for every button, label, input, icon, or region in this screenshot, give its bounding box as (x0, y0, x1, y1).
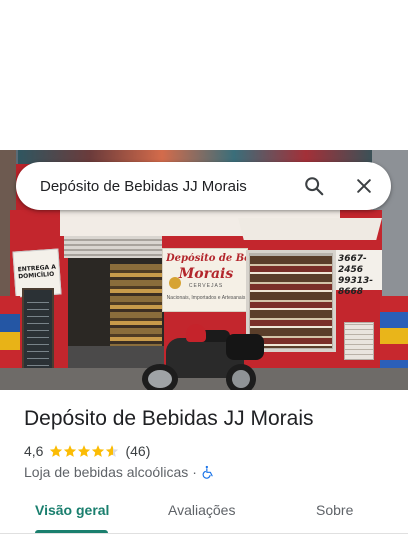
place-tabs: Visão geral Avaliações Sobre (0, 492, 408, 540)
separator-dot: · (192, 464, 197, 480)
photo-motorbike-front-wheel (142, 364, 178, 390)
photo-vent (344, 322, 374, 360)
photo-store-sign-line4: Nacionais, Importados e Artesanais (166, 295, 246, 301)
place-title: Depósito de Bebidas JJ Morais (24, 407, 314, 430)
review-count: (46) (125, 443, 151, 459)
photo-store-sign-line1: Depósito de Bebidas (166, 253, 246, 264)
map-blank-area (0, 0, 408, 150)
search-input[interactable] (40, 176, 290, 196)
tab-divider (0, 533, 408, 534)
rating-value: 4,6 (24, 443, 44, 459)
star-icon (92, 445, 105, 457)
star-half-icon (106, 445, 119, 457)
photo-store-sign: Depósito de Bebidas Morais CERVEJAS Naci… (162, 248, 248, 312)
tab-about[interactable]: Sobre (316, 502, 353, 518)
rating-stars (49, 444, 119, 458)
photo-delivery-sign-text: ENTREGA A DOMICÍLIO (17, 263, 57, 281)
photo-awning (238, 218, 382, 240)
photo-window-shelves (250, 256, 332, 348)
category-row: Loja de bebidas alcoólicas · (24, 463, 215, 481)
photo-phone-2: 99313-8668 (338, 276, 374, 297)
wheelchair-icon (202, 465, 213, 479)
place-category: Loja de bebidas alcoólicas (24, 464, 189, 480)
photo-chalkboard (22, 288, 54, 380)
photo-motorbike-topcase (226, 334, 264, 360)
photo-helmet (186, 324, 206, 342)
photo-motorbike-back-wheel (226, 364, 256, 390)
close-icon[interactable] (354, 176, 374, 196)
photo-phone-1: 3667-2456 (338, 254, 367, 275)
photo-chalk-lines (27, 296, 49, 370)
tab-overview[interactable]: Visão geral (35, 502, 109, 518)
star-icon (50, 445, 63, 457)
rating-row[interactable]: 4,6 (46) (24, 442, 150, 460)
photo-phone-sign: 3667-2456 99313-8668 (336, 250, 382, 297)
search-icon[interactable] (303, 175, 325, 197)
search-bar (16, 162, 391, 210)
photo-store-sign-line3: CERVEJAS (188, 283, 224, 289)
star-icon (64, 445, 77, 457)
tab-reviews[interactable]: Avaliações (168, 502, 235, 518)
photo-phone-text: 3667-2456 99313-8668 (338, 254, 382, 298)
photo-rolling-shutter (64, 236, 162, 258)
star-icon (78, 445, 91, 457)
